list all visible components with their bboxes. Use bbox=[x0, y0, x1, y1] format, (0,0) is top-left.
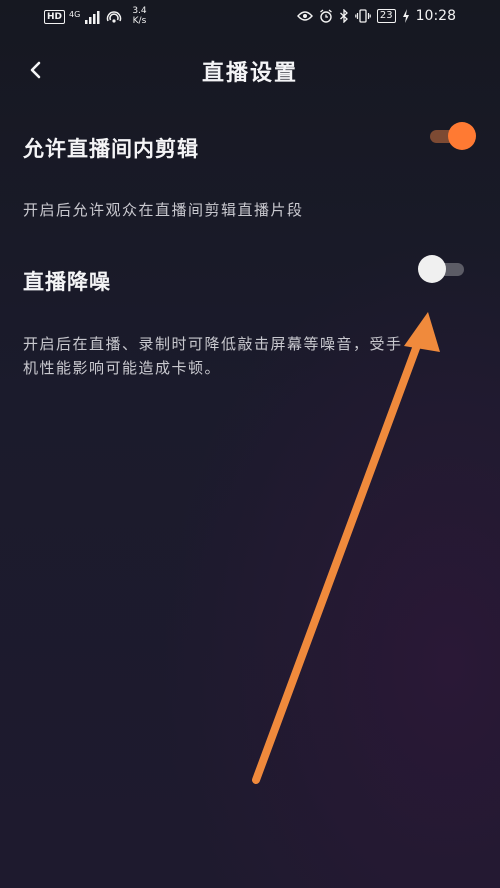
desc-line-2: 机性能影响可能造成卡顿。 bbox=[23, 359, 222, 377]
hd-badge: HD bbox=[44, 10, 66, 24]
setting-desc-clip: 开启后允许观众在直播间剪辑直播片段 bbox=[23, 201, 304, 219]
network-type: 4G bbox=[69, 9, 81, 19]
charging-icon bbox=[402, 9, 409, 23]
setting-label-noise-reduction: 直播降噪 bbox=[23, 270, 111, 294]
alarm-icon bbox=[320, 9, 332, 23]
battery-level: 23 bbox=[376, 9, 396, 23]
toggle-knob bbox=[418, 255, 446, 283]
setting-desc-noise-reduction: 开启后在直播、录制时可降低敲击屏幕等噪音，受手 机性能影响可能造成卡顿。 bbox=[23, 332, 403, 380]
setting-label-clip: 允许直播间内剪辑 bbox=[23, 137, 199, 161]
status-right: 23 10:28 bbox=[296, 8, 456, 24]
speed-value: 3.4 bbox=[132, 6, 147, 16]
page-title: 直播设置 bbox=[201, 61, 298, 86]
header: 直播设置 bbox=[0, 46, 500, 94]
speed-unit: K/s bbox=[132, 16, 147, 26]
clock: 10:28 bbox=[415, 8, 456, 24]
toggle-knob bbox=[448, 122, 476, 150]
desc-line-1: 开启后在直播、录制时可降低敲击屏幕等噪音，受手 bbox=[23, 335, 403, 353]
eye-icon bbox=[296, 11, 313, 21]
toggle-noise-reduction[interactable] bbox=[418, 254, 464, 284]
bluetooth-icon bbox=[339, 9, 348, 23]
toggle-clip[interactable] bbox=[430, 121, 476, 151]
hotspot-icon bbox=[107, 11, 122, 23]
network-speed: 3.4 K/s bbox=[132, 6, 146, 26]
signal-icon bbox=[85, 11, 100, 24]
status-bar: HD 4G 3.4 K/s 23 10:28 bbox=[0, 0, 500, 34]
vibrate-icon bbox=[355, 9, 371, 23]
status-left: HD 4G 3.4 K/s bbox=[44, 6, 147, 26]
